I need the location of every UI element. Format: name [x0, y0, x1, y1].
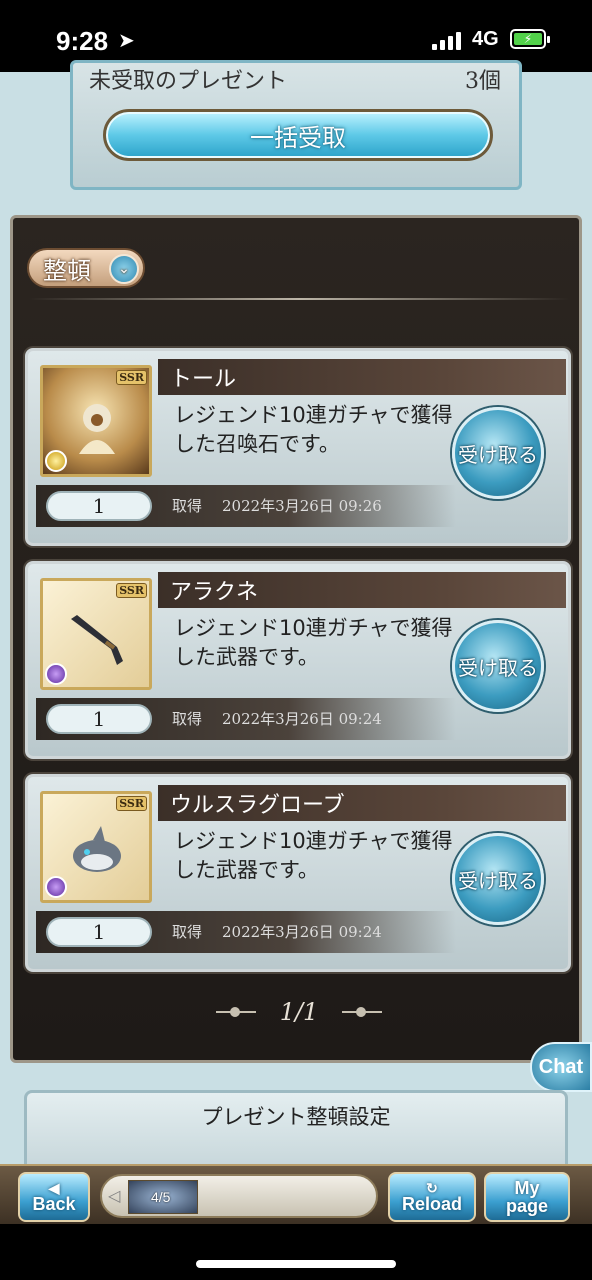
signal-icon — [432, 30, 461, 50]
present-quantity: 1 — [46, 491, 152, 521]
dark-element-icon — [45, 663, 67, 685]
acquired-date: 2022年3月26日 09:24 — [222, 710, 382, 728]
bulk-receive-panel: 未受取のプレゼント 3個 一括受取 — [70, 60, 522, 190]
present-quantity: 1 — [46, 917, 152, 947]
present-footer: 1 取得 2022年3月26日 09:26 — [36, 485, 456, 527]
party-thumbnail: 4/5 — [128, 1180, 198, 1214]
ssr-badge: SSR — [116, 796, 147, 811]
shark-glove-icon — [73, 826, 121, 872]
pager-right-ornament — [342, 1007, 383, 1017]
mypage-label-line2: page — [505, 1196, 548, 1216]
present-description: レジェンド10連ガチャで獲得した武器です。 — [174, 829, 453, 882]
present-name: トール — [158, 359, 566, 395]
back-arrow-icon: ◀ — [48, 1180, 60, 1196]
present-thumbnail: SSR — [40, 791, 152, 903]
divider — [29, 298, 569, 300]
home-indicator[interactable] — [196, 1260, 396, 1268]
acquired-label: 取得 — [172, 923, 203, 941]
mypage-label-line1: My — [514, 1178, 540, 1198]
ssr-badge: SSR — [116, 370, 147, 385]
present-card: SSR トール レジェンド10連ガチャで獲得した召喚石です。 受け取る 1 取得… — [25, 348, 571, 546]
reload-button[interactable]: ↻ Reload — [388, 1172, 476, 1222]
receive-button[interactable]: 受け取る — [452, 407, 544, 499]
unreceived-count-label: 未受取のプレゼント — [89, 69, 288, 94]
acquired-label: 取得 — [172, 710, 203, 728]
chevron-left-icon: ◁ — [108, 1186, 121, 1205]
receive-button[interactable]: 受け取る — [452, 620, 544, 712]
unreceived-count-value: 3個 — [465, 69, 501, 94]
location-arrow-icon: ➤ — [118, 28, 135, 52]
present-footer: 1 取得 2022年3月26日 09:24 — [36, 698, 456, 740]
settings-title: プレゼント整頓設定 — [201, 1105, 391, 1129]
gun-icon — [71, 615, 123, 665]
chevron-down-icon: ⌄ — [109, 254, 139, 284]
page-indicator: 1/1 — [279, 998, 319, 1026]
present-thumbnail: SSR — [40, 578, 152, 690]
back-button-label: Back — [32, 1194, 76, 1214]
summon-figure-icon — [79, 404, 115, 454]
network-type: 4G — [472, 28, 499, 50]
battery-icon: ⚡ — [510, 29, 550, 49]
chat-button[interactable]: Chat — [530, 1042, 592, 1092]
present-card: SSR ウルスラグローブ レジェンド10連ガチャで獲得した武器です。 受け取る … — [25, 774, 571, 972]
present-list-panel: 整頓 ⌄ SSR トール レジェンド10連ガチャで獲得した召喚石です。 受け取る… — [10, 215, 582, 1063]
home-indicator-area — [0, 1224, 592, 1280]
party-count: 4/5 — [151, 1189, 171, 1205]
mypage-button[interactable]: My page — [484, 1172, 570, 1222]
light-element-icon — [45, 450, 67, 472]
status-time: 9:28 — [56, 26, 109, 56]
pager-left-ornament — [215, 1007, 256, 1017]
present-description: レジェンド10連ガチャで獲得した召喚石です。 — [174, 403, 453, 456]
present-name: ウルスラグローブ — [158, 785, 566, 821]
acquired-label: 取得 — [172, 497, 203, 515]
acquired-date: 2022年3月26日 09:26 — [222, 497, 382, 515]
sort-button[interactable]: 整頓 ⌄ — [27, 248, 145, 288]
dark-element-icon — [45, 876, 67, 898]
reload-icon: ↻ — [426, 1180, 438, 1196]
present-card: SSR アラクネ レジェンド10連ガチャで獲得した武器です。 受け取る 1 取得… — [25, 561, 571, 759]
present-sort-settings-panel[interactable]: プレゼント整頓設定 — [24, 1090, 568, 1170]
present-thumbnail: SSR — [40, 365, 152, 477]
bottom-nav: ◀ Back ◁ 4/5 ↻ Reload My page — [0, 1164, 592, 1224]
present-name: アラクネ — [158, 572, 566, 608]
pagination: 1/1 — [13, 998, 585, 1026]
back-button[interactable]: ◀ Back — [18, 1172, 90, 1222]
ssr-badge: SSR — [116, 583, 147, 598]
party-selector[interactable]: ◁ 4/5 — [100, 1174, 378, 1218]
present-quantity: 1 — [46, 704, 152, 734]
present-footer: 1 取得 2022年3月26日 09:24 — [36, 911, 456, 953]
receive-button[interactable]: 受け取る — [452, 833, 544, 925]
acquired-date: 2022年3月26日 09:24 — [222, 923, 382, 941]
present-description: レジェンド10連ガチャで獲得した武器です。 — [174, 616, 453, 669]
bulk-receive-button[interactable]: 一括受取 — [103, 109, 493, 161]
reload-button-label: Reload — [401, 1194, 462, 1214]
sort-button-label: 整頓 — [43, 256, 91, 285]
